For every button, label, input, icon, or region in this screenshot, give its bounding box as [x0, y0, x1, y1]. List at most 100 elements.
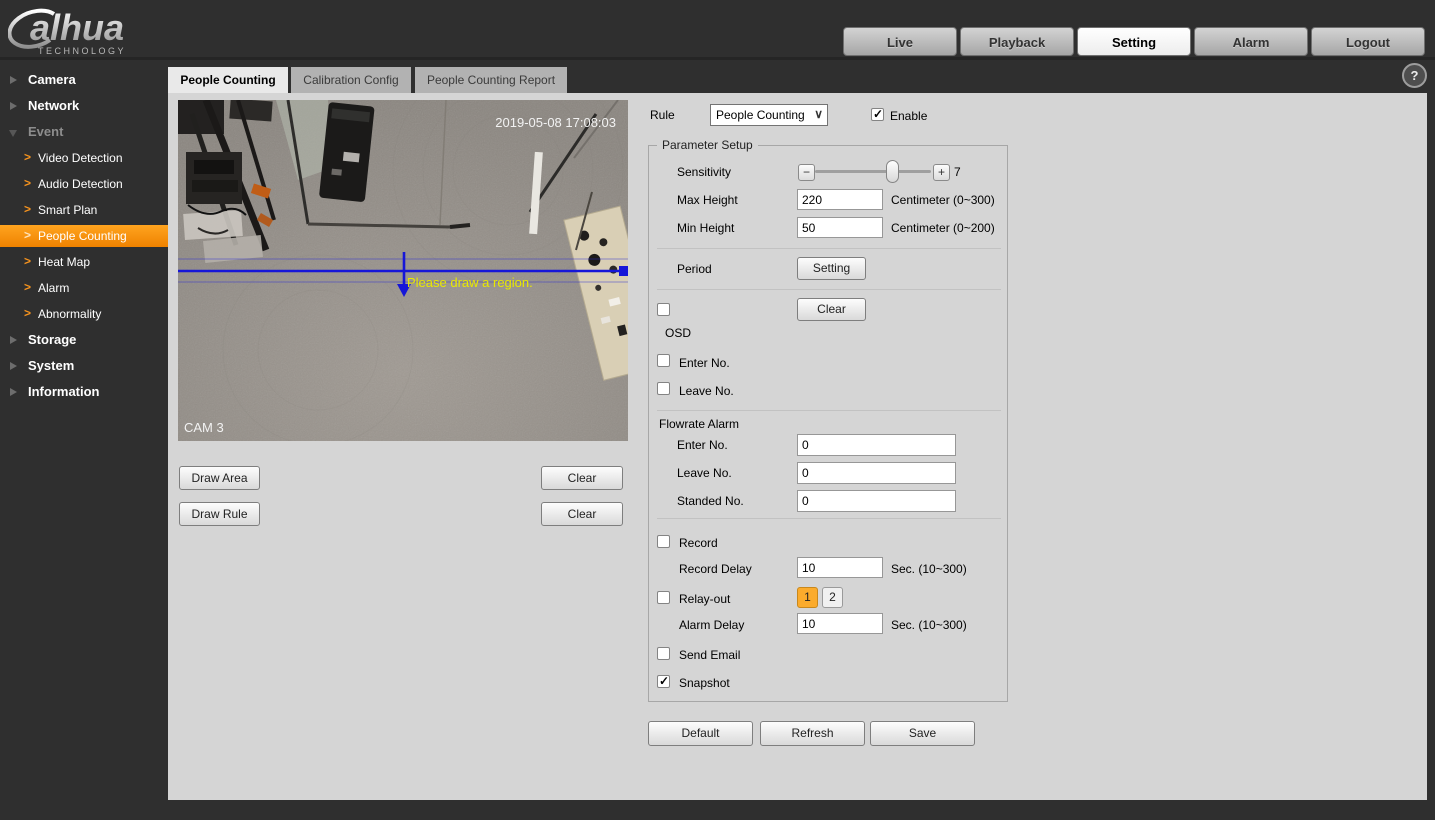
floor-seam-end — [449, 223, 471, 229]
sidebar-item-video-detection[interactable]: > Video Detection — [0, 147, 168, 169]
header-bar: alhua TECHNOLOGY Live Playback Setting A… — [0, 0, 1435, 60]
send-email-checkbox[interactable] — [657, 647, 670, 660]
record-delay-unit: Sec. (10~300) — [891, 562, 967, 576]
sidebar-item-heat-map[interactable]: > Heat Map — [0, 251, 168, 273]
sensitivity-slider-track[interactable] — [815, 170, 931, 173]
chevron-right-icon: > — [24, 150, 32, 164]
draw-rule-button[interactable]: Draw Rule — [179, 502, 260, 526]
sidebar-item-label: Camera — [28, 72, 76, 87]
rule-dropdown-value: People Counting — [716, 108, 805, 122]
sensitivity-value: 7 — [954, 165, 961, 179]
min-height-input[interactable] — [797, 217, 883, 238]
period-setting-button[interactable]: Setting — [797, 257, 866, 280]
flowrate-standed-input[interactable] — [797, 490, 956, 512]
sidebar-item-abnormality[interactable]: > Abnormality — [0, 303, 168, 325]
sidebar-item-alarm[interactable]: > Alarm — [0, 277, 168, 299]
sidebar-item-label: Alarm — [38, 281, 70, 295]
dahua-logo: alhua TECHNOLOGY — [8, 7, 124, 56]
help-icon[interactable]: ? — [1402, 63, 1427, 88]
dahua-web-ui: { "brand": {"name": "alhua", "tagline": … — [0, 0, 1435, 820]
draw-area-button[interactable]: Draw Area — [179, 466, 260, 490]
chevron-right-icon: > — [24, 228, 32, 242]
relay-out-checkbox[interactable] — [657, 591, 670, 604]
video-scene: 2019-05-08 17:08:03 CAM 3 Please draw a … — [178, 54, 661, 446]
osd-enter-no-checkbox[interactable] — [657, 354, 670, 367]
clear-rule-button[interactable]: Clear — [541, 502, 623, 526]
osd-leave-no-label: Leave No. — [679, 384, 734, 398]
period-label: Period — [677, 262, 712, 276]
nav-logout-button[interactable]: Logout — [1311, 27, 1425, 56]
record-checkbox[interactable] — [657, 535, 670, 548]
nav-playback-button[interactable]: Playback — [960, 27, 1074, 56]
tab-calibration-config[interactable]: Calibration Config — [291, 67, 411, 93]
enable-label: Enable — [890, 109, 928, 123]
enable-checkbox[interactable] — [871, 107, 884, 121]
video-timestamp: 2019-05-08 17:08:03 — [495, 115, 616, 130]
sidebar-item-people-counting[interactable]: > People Counting — [0, 225, 168, 247]
osd-label: OSD — [665, 326, 692, 340]
max-height-label: Max Height — [677, 193, 738, 207]
sidebar-item-network[interactable]: Network — [0, 95, 168, 117]
dropdown-chevron-icon: ∨ — [814, 107, 823, 121]
max-height-input[interactable] — [797, 189, 883, 210]
alarm-delay-label: Alarm Delay — [679, 618, 745, 632]
flowrate-alarm-title: Flowrate Alarm — [659, 417, 740, 431]
sidebar-item-camera[interactable]: Camera — [0, 69, 168, 91]
sensitivity-slider-thumb[interactable] — [886, 160, 899, 183]
sidebar-item-event[interactable]: Event — [0, 121, 168, 143]
sidebar-item-smart-plan[interactable]: > Smart Plan — [0, 199, 168, 221]
sidebar-item-system[interactable]: System — [0, 355, 168, 377]
flowrate-enter-label: Enter No. — [677, 438, 728, 452]
rule-label: Rule — [650, 108, 675, 122]
video-preview-canvas[interactable]: 2019-05-08 17:08:03 CAM 3 Please draw a … — [178, 54, 661, 446]
sensitivity-minus-button[interactable]: − — [798, 164, 815, 181]
rule-dropdown[interactable]: People Counting ∨ — [710, 104, 828, 126]
osd-checkbox[interactable] — [657, 303, 670, 316]
nav-setting-button[interactable]: Setting — [1077, 27, 1191, 56]
sidebar-item-label: Audio Detection — [38, 177, 123, 191]
divider — [657, 410, 1001, 411]
sidebar-item-audio-detection[interactable]: > Audio Detection — [0, 173, 168, 195]
sidebar-item-label: Information — [28, 384, 100, 399]
sidebar-item-label: Storage — [28, 332, 77, 347]
sidebar-item-label: Heat Map — [38, 255, 91, 269]
sidebar-item-label: Event — [28, 124, 64, 139]
sensitivity-plus-button[interactable]: + — [933, 164, 950, 181]
collapsed-triangle-icon — [10, 336, 17, 344]
sidebar-item-label: Smart Plan — [38, 203, 98, 217]
tab-people-counting[interactable]: People Counting — [168, 67, 288, 93]
nav-alarm-button[interactable]: Alarm — [1194, 27, 1308, 56]
alarm-delay-input[interactable] — [797, 613, 883, 634]
default-button[interactable]: Default — [648, 721, 753, 746]
collapsed-triangle-icon — [10, 362, 17, 370]
sidebar-item-label: Network — [28, 98, 80, 113]
divider — [657, 518, 1001, 519]
nav-live-button[interactable]: Live — [843, 27, 957, 56]
osd-enter-no-label: Enter No. — [679, 356, 730, 370]
tab-bar: People Counting Calibration Config Peopl… — [168, 67, 768, 93]
save-button[interactable]: Save — [870, 721, 975, 746]
collapsed-triangle-icon — [10, 388, 17, 396]
refresh-button[interactable]: Refresh — [760, 721, 865, 746]
flowrate-leave-input[interactable] — [797, 462, 956, 484]
sidebar-item-information[interactable]: Information — [0, 381, 168, 403]
flowrate-standed-label: Standed No. — [677, 494, 744, 508]
chevron-right-icon: > — [24, 202, 32, 216]
sidebar-item-storage[interactable]: Storage — [0, 329, 168, 351]
sidebar-item-label: Abnormality — [38, 307, 102, 321]
chevron-right-icon: > — [24, 254, 32, 268]
sidebar-item-label: Video Detection — [38, 151, 123, 165]
clear-area-button[interactable]: Clear — [541, 466, 623, 490]
relay-channel-1-button[interactable]: 1 — [797, 587, 818, 608]
record-label: Record — [679, 536, 718, 550]
sensitivity-label: Sensitivity — [677, 165, 732, 179]
flowrate-leave-label: Leave No. — [677, 466, 732, 480]
osd-clear-button[interactable]: Clear — [797, 298, 866, 321]
divider — [657, 289, 1001, 290]
snapshot-checkbox[interactable] — [657, 674, 670, 688]
tab-people-counting-report[interactable]: People Counting Report — [415, 67, 567, 93]
osd-leave-no-checkbox[interactable] — [657, 382, 670, 395]
flowrate-enter-input[interactable] — [797, 434, 956, 456]
record-delay-input[interactable] — [797, 557, 883, 578]
relay-channel-2-button[interactable]: 2 — [822, 587, 843, 608]
